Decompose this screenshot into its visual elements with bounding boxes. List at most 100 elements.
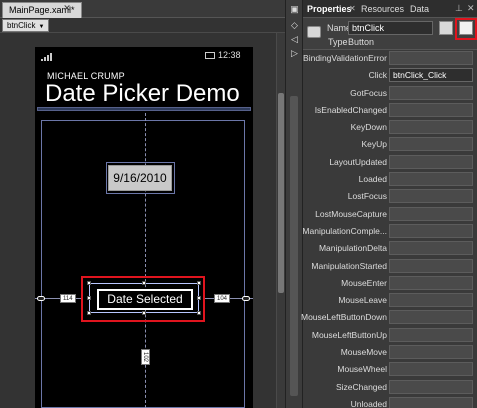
resize-handle[interactable]: [197, 281, 201, 285]
title-panel-selection: [37, 107, 251, 111]
event-row: ManipulationDelta: [303, 240, 477, 257]
event-handler-field[interactable]: [389, 154, 473, 169]
event-label: LostFocus: [347, 191, 387, 202]
properties-tabstrip: Properties ✕ Resources Data ⊥ ✕: [303, 0, 477, 18]
event-row: IsEnabledChanged: [303, 102, 477, 119]
event-handler-field[interactable]: [389, 206, 473, 221]
event-row: GotFocus: [303, 85, 477, 102]
event-handler-field[interactable]: [389, 85, 473, 100]
type-label: Type: [328, 37, 348, 47]
event-label: ManipulationDelta: [318, 243, 387, 254]
event-row: MouseWheel: [303, 361, 477, 378]
type-value: Button: [348, 37, 375, 47]
resize-handle[interactable]: [87, 311, 91, 315]
event-handler-field[interactable]: [389, 362, 473, 377]
designer-scrollbar[interactable]: [276, 33, 285, 408]
resize-handle[interactable]: [87, 281, 91, 285]
phone-preview: 12:38 MICHAEL CRUMP Date Picker Demo 9/1…: [35, 47, 253, 408]
properties-mode-icon[interactable]: [439, 21, 453, 35]
event-row: KeyUp: [303, 136, 477, 153]
left-margin-value: 114: [60, 294, 76, 303]
resize-handle[interactable]: [197, 311, 201, 315]
right-pin-icon[interactable]: [242, 296, 250, 301]
event-handler-field[interactable]: [389, 51, 473, 65]
event-row: MouseLeftButtonDown: [301, 309, 477, 326]
close-icon[interactable]: ✕: [62, 3, 72, 13]
resize-handle[interactable]: [197, 296, 201, 300]
document-tabstrip: MainPage.xaml* ✕: [0, 0, 285, 18]
event-label: SizeChanged: [335, 381, 387, 392]
date-picker[interactable]: 9/16/2010: [108, 165, 172, 191]
event-row: ManipulationComple...: [302, 223, 477, 240]
event-label: MouseLeave: [338, 295, 387, 306]
event-row: MouseMove: [303, 344, 477, 361]
event-handler-field[interactable]: [389, 379, 473, 394]
event-row: SizeChanged: [303, 379, 477, 396]
event-label: MouseLeftButtonDown: [301, 312, 387, 323]
resize-handle[interactable]: [87, 296, 91, 300]
expand-pane-icon[interactable]: ▷: [289, 48, 300, 59]
event-label: MouseWheel: [337, 364, 387, 375]
resize-handle[interactable]: [142, 281, 146, 285]
event-handler-field[interactable]: btnClick_Click: [389, 68, 473, 83]
battery-icon: [205, 52, 215, 59]
pin-icon[interactable]: ⊥: [455, 3, 463, 14]
event-row: LostFocus: [303, 188, 477, 205]
name-input[interactable]: [348, 21, 433, 35]
event-handler-field[interactable]: [389, 293, 473, 308]
event-handler-field[interactable]: [389, 327, 473, 342]
view-toggle-icon[interactable]: ▣: [289, 4, 300, 15]
event-row: BindingValidationError: [303, 50, 477, 67]
event-handler-field[interactable]: [389, 275, 473, 290]
resize-handle[interactable]: [142, 311, 146, 315]
event-handler-field[interactable]: [389, 258, 473, 273]
event-handler-field[interactable]: [389, 137, 473, 152]
date-selected-button[interactable]: Date Selected: [97, 289, 193, 310]
collapse-pane-icon[interactable]: ◁: [289, 34, 300, 45]
event-label: MouseLeftButtonUp: [311, 329, 387, 340]
element-selector-bar: btnClick ▼: [0, 18, 285, 33]
event-label: IsEnabledChanged: [314, 104, 387, 115]
event-row: MouseLeftButtonUp: [303, 327, 477, 344]
event-label: Loaded: [358, 174, 387, 185]
swap-panes-icon[interactable]: ◇: [289, 20, 300, 31]
event-row: Unloaded: [303, 396, 477, 408]
element-dropdown-value: btnClick: [7, 21, 36, 30]
events-highlight-box: [455, 18, 477, 40]
scrollbar-thumb[interactable]: [278, 93, 284, 293]
event-label: Click: [368, 70, 387, 81]
event-label: LostMouseCapture: [315, 208, 387, 219]
event-label: ManipulationStarted: [311, 260, 387, 271]
event-row: MouseEnter: [303, 275, 477, 292]
bottom-margin-value: 102: [141, 349, 150, 366]
event-handler-field[interactable]: [389, 345, 473, 360]
properties-panel: Properties ✕ Resources Data ⊥ ✕ Name Typ…: [301, 0, 477, 408]
event-row: ManipulationStarted: [303, 258, 477, 275]
event-handler-field[interactable]: [389, 172, 473, 187]
event-handler-field[interactable]: [389, 396, 473, 408]
event-handler-field[interactable]: [389, 310, 473, 325]
element-dropdown[interactable]: btnClick ▼: [2, 19, 50, 32]
left-pin-icon[interactable]: [37, 296, 45, 301]
event-handler-field[interactable]: [389, 102, 473, 117]
close-icon[interactable]: ✕: [349, 4, 356, 13]
close-panel-icon[interactable]: ✕: [467, 3, 475, 14]
event-row: LayoutUpdated: [303, 154, 477, 171]
phone-status-bar: 12:38: [35, 47, 253, 63]
zoom-slider[interactable]: [290, 96, 298, 396]
event-handler-field[interactable]: [389, 189, 473, 204]
event-row: LostMouseCapture: [303, 206, 477, 223]
tab-resources[interactable]: Resources: [361, 4, 404, 14]
event-label: MouseMove: [340, 347, 387, 358]
event-handler-field[interactable]: [389, 120, 473, 135]
signal-icon: [41, 53, 53, 61]
event-handler-field[interactable]: [389, 223, 473, 238]
tab-properties[interactable]: Properties: [307, 4, 352, 14]
phone-clock: 12:38: [218, 50, 241, 60]
event-row: Loaded: [303, 171, 477, 188]
events-grid: BindingValidationError Click btnClick_Clic…: [301, 50, 477, 408]
tab-data[interactable]: Data: [410, 4, 429, 14]
button-element-icon: [307, 26, 321, 38]
chevron-down-icon: ▼: [38, 24, 45, 30]
event-handler-field[interactable]: [389, 241, 473, 256]
